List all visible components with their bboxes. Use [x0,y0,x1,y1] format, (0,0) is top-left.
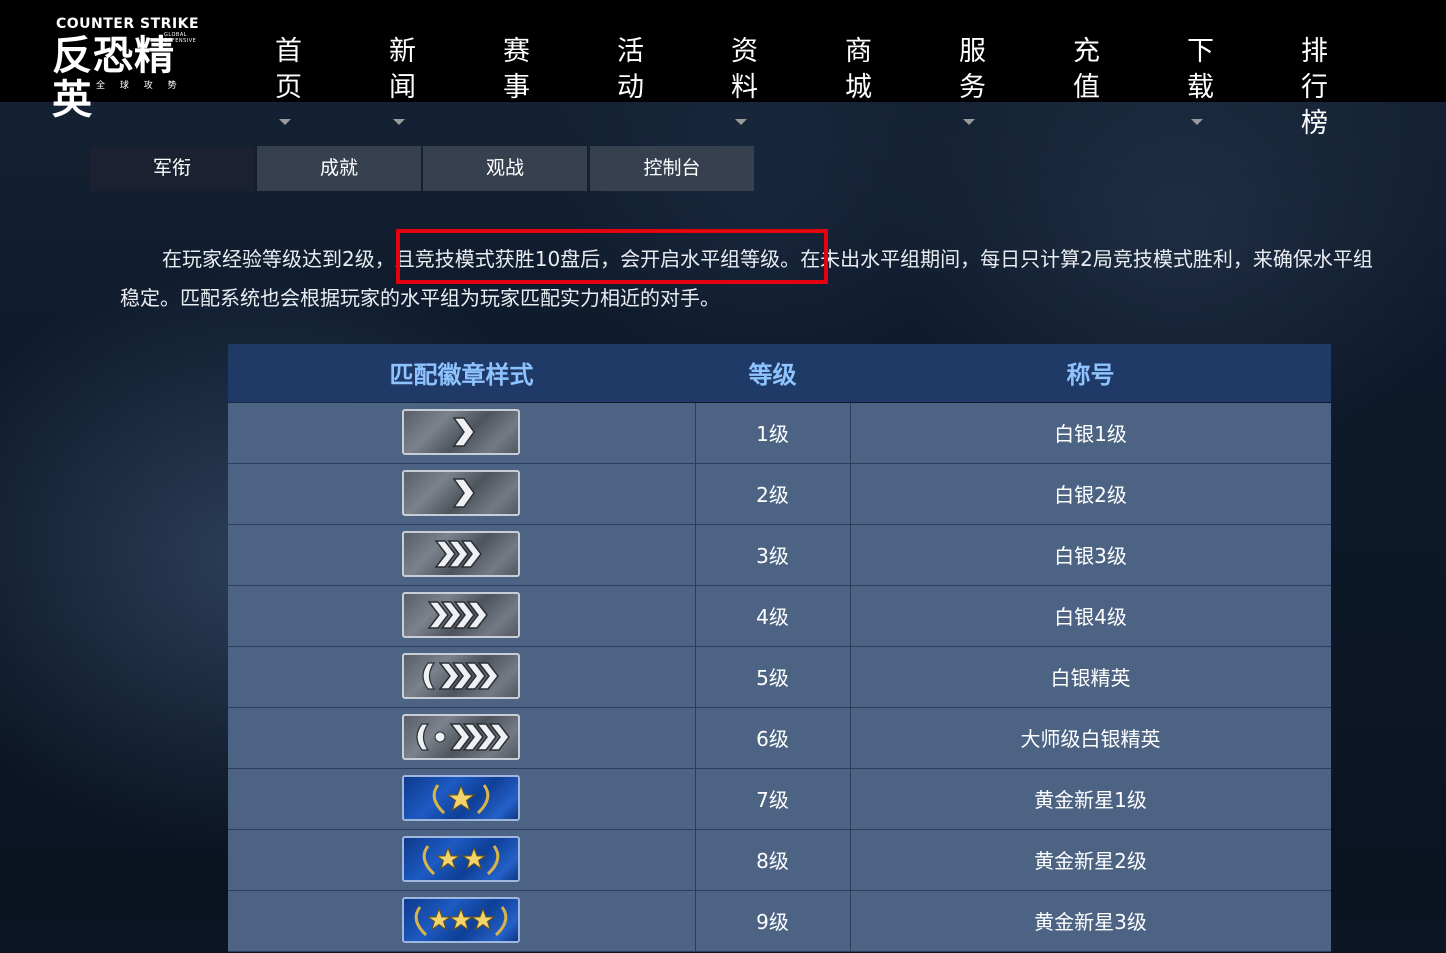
nav-item-store[interactable]: 商城 [845,34,872,103]
chevron-down-icon [735,118,747,125]
nav-label: 首页 [275,36,302,103]
rank-title: 白银2级 [1054,483,1127,507]
rank-level: 4级 [756,605,789,629]
rank-level: 1级 [756,422,789,446]
nav-label: 资料 [731,36,758,103]
csgo-logo[interactable]: COUNTER STRIKE GLOBAL OFFENSIVE 反恐精英 全 球… [52,12,212,122]
nav-item-download[interactable]: 下载 [1187,34,1214,125]
nav-item-resources[interactable]: 资料 [731,34,758,125]
gold-nova-2-stars-icon [402,836,520,882]
nav-label: 活动 [617,36,644,103]
nav-item-service[interactable]: 服务 [959,34,986,125]
rank-level: 5级 [756,666,789,690]
nav-label: 充值 [1073,36,1100,103]
nav-item-activities[interactable]: 活动 [617,34,644,103]
chevron-down-icon [1191,118,1203,125]
silver-3-chevrons-icon [402,531,520,577]
table-row: 9级 黄金新星3级 [228,891,1331,952]
rank-level: 8级 [756,849,789,873]
table-row: 7级 黄金新星1级 [228,769,1331,830]
silver-1-chevron-icon [402,470,520,516]
column-header-level: 等级 [748,361,797,389]
table-row: 1级 白银1级 [228,403,1331,464]
intro-text-after: 在未出水平组期间，每日只计算2局竞技模式胜利，来确保水平组 [800,247,1373,271]
table-row: 6级 大师级白银精英 [228,708,1331,769]
rank-title: 黄金新星3级 [1034,910,1147,934]
tab-rank[interactable]: 军衔 [90,146,254,191]
tab-spectate[interactable]: 观战 [423,146,587,191]
tab-achievements[interactable]: 成就 [257,146,421,191]
column-header-title: 称号 [1066,361,1115,389]
nav-item-recharge[interactable]: 充值 [1073,34,1100,103]
table-row: 2级 白银2级 [228,464,1331,525]
rank-title: 白银4级 [1054,605,1127,629]
rank-title: 大师级白银精英 [1020,727,1161,751]
rank-level: 2级 [756,483,789,507]
table-row: 5级 白银精英 [228,647,1331,708]
nav-item-leaderboard[interactable]: 排行榜 [1301,34,1328,139]
silver-4-chevrons-icon [402,592,520,638]
table-row: 8级 黄金新星2级 [228,830,1331,891]
rank-title: 黄金新星2级 [1034,849,1147,873]
nav-label: 商城 [845,36,872,103]
nav-label: 下载 [1187,36,1214,103]
gold-nova-1-star-icon [402,775,520,821]
gold-nova-3-stars-icon [402,897,520,943]
logo-sub-cn: 全 球 攻 势 [96,81,183,91]
rank-title: 黄金新星1级 [1034,788,1147,812]
nav-label: 赛事 [503,36,530,103]
intro-text-line2: 稳定。匹配系统也会根据玩家的水平组为玩家匹配实力相近的对手。 [120,286,720,310]
table-header: 匹配徽章样式 等级 称号 [228,344,1331,402]
silver-elite-master-icon [402,714,520,760]
nav-label: 排行榜 [1301,36,1328,139]
highlight-annotation-box [396,229,828,284]
rank-title: 白银3级 [1054,544,1127,568]
rank-title: 白银精英 [1050,666,1131,690]
silver-1-chevron-icon [402,409,520,455]
table-row: 4级 白银4级 [228,586,1331,647]
rank-level: 3级 [756,544,789,568]
top-navigation-bar: COUNTER STRIKE GLOBAL OFFENSIVE 反恐精英 全 球… [0,0,1446,139]
silver-elite-icon [402,653,520,699]
table-row: 3级 白银3级 [228,525,1331,586]
column-header-badge: 匹配徽章样式 [389,361,534,389]
tab-console[interactable]: 控制台 [590,146,754,191]
chevron-down-icon [393,118,405,125]
chevron-down-icon [963,118,975,125]
rank-level: 9级 [756,910,789,934]
rank-title: 白银1级 [1054,422,1127,446]
intro-text-before: 在玩家经验等级达到2级， [162,247,395,271]
nav-label: 服务 [959,36,986,103]
nav-item-news[interactable]: 新闻 [389,34,416,125]
nav-item-events[interactable]: 赛事 [503,34,530,103]
rank-level: 7级 [756,788,789,812]
nav-label: 新闻 [389,36,416,103]
logo-brand-en: COUNTER STRIKE [56,16,200,32]
nav-item-home[interactable]: 首页 [275,34,302,125]
chevron-down-icon [279,118,291,125]
rank-level: 6级 [756,727,789,751]
